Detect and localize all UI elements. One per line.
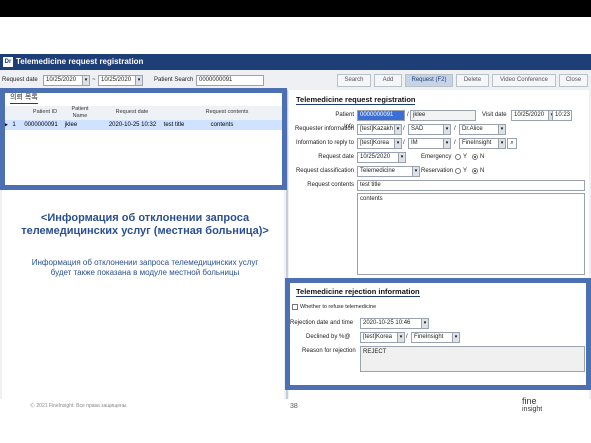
date-from-input[interactable]: 10/25/2020 bbox=[43, 75, 83, 86]
requester-hospital-select[interactable]: [test]Kazakh bbox=[357, 124, 395, 135]
reply-label: Information to reply to bbox=[295, 140, 354, 146]
add-button[interactable]: Add bbox=[374, 74, 402, 87]
request-date-label: Request date bbox=[318, 154, 354, 160]
visit-time-field[interactable]: 10:23 bbox=[552, 110, 572, 121]
date-separator: ~ bbox=[92, 77, 96, 83]
emergency-no-label: N bbox=[480, 154, 485, 160]
slash-separator: / bbox=[403, 126, 405, 132]
requester-doctor-dropdown-icon[interactable]: ▾ bbox=[498, 124, 506, 135]
search-button[interactable]: Search bbox=[337, 74, 371, 87]
classification-label: Request classification bbox=[295, 168, 354, 174]
slash-separator: / bbox=[403, 140, 405, 146]
patient-name-field: jklee bbox=[410, 110, 476, 121]
date-to-dropdown-icon[interactable]: ▾ bbox=[135, 75, 143, 86]
annotation-body: Информация об отклонении запроса телемед… bbox=[31, 258, 259, 277]
request-date-dropdown-icon[interactable]: ▾ bbox=[398, 152, 406, 163]
visit-date-label: Visit date bbox=[482, 112, 507, 118]
requester-dept-dropdown-icon[interactable]: ▾ bbox=[443, 124, 451, 135]
copyright: Ⓒ 2021 FineInsight. Все права защищены. bbox=[30, 403, 128, 409]
emergency-no-radio[interactable] bbox=[472, 154, 478, 160]
reply-hospital-dropdown-icon[interactable]: ▾ bbox=[394, 138, 402, 149]
emergency-yes-radio[interactable] bbox=[455, 154, 461, 160]
top-black-band bbox=[0, 0, 591, 17]
reply-hospital-select[interactable]: [test]Korea bbox=[357, 138, 395, 149]
date-from-dropdown-icon[interactable]: ▾ bbox=[82, 75, 90, 86]
request-date-label: Request date bbox=[2, 77, 38, 83]
patient-search-input[interactable]: 0000000091 bbox=[196, 75, 264, 86]
visit-date-field[interactable]: 10/25/2020 bbox=[511, 110, 549, 121]
video-conference-button[interactable]: Video Conference bbox=[492, 74, 556, 87]
brand-logo-line2: insight bbox=[522, 406, 543, 413]
contents-label: Request contents bbox=[307, 182, 354, 188]
window-titlebar: Dr Telemedicine request registration bbox=[0, 54, 591, 70]
page-number: 38 bbox=[290, 403, 298, 410]
patient-search-label: Patient Search bbox=[154, 77, 194, 83]
reservation-no-label: N bbox=[480, 168, 485, 174]
slash-separator: / bbox=[454, 140, 456, 146]
highlight-request-list bbox=[0, 88, 287, 190]
reply-doctor-select[interactable]: FineInsight bbox=[459, 138, 499, 149]
toolbar: Request date 10/25/2020 ▾ ~ 10/25/2020 ▾… bbox=[0, 72, 591, 88]
slash-separator: / bbox=[454, 126, 456, 132]
emergency-label: Emergency bbox=[421, 154, 452, 160]
request-date-field[interactable]: 10/25/2020 bbox=[357, 152, 399, 163]
emergency-yes-label: Y bbox=[463, 154, 468, 160]
requester-doctor-select[interactable]: Dr.Alice bbox=[459, 124, 499, 135]
annotation-heading: <Информация об отклонении запроса телеме… bbox=[21, 212, 269, 237]
brand-logo-line1: fine bbox=[522, 396, 537, 406]
classification-dropdown-icon[interactable]: ▾ bbox=[412, 166, 420, 177]
contents-body-field[interactable]: contents bbox=[357, 193, 585, 275]
reservation-no-radio[interactable] bbox=[472, 168, 478, 174]
reply-doctor-dropdown-icon[interactable]: ▾ bbox=[498, 138, 506, 149]
request-button[interactable]: Request (F2) bbox=[405, 74, 453, 87]
classification-select[interactable]: Telemedicine bbox=[357, 166, 413, 177]
reservation-label: Reservation bbox=[421, 168, 454, 174]
delete-button[interactable]: Delete bbox=[456, 74, 489, 87]
reservation-yes-radio[interactable] bbox=[455, 168, 461, 174]
requester-hospital-dropdown-icon[interactable]: ▾ bbox=[394, 124, 402, 135]
requester-dept-select[interactable]: SAD bbox=[408, 124, 444, 135]
reservation-yes-label: Y bbox=[463, 168, 468, 174]
contents-title-field[interactable]: test title bbox=[357, 180, 585, 191]
highlight-rejection-info bbox=[285, 278, 591, 390]
request-form-title: Telemedicine request registration bbox=[296, 95, 416, 105]
close-button[interactable]: Close bbox=[559, 74, 588, 87]
date-to-input[interactable]: 10/25/2020 bbox=[98, 75, 136, 86]
patient-id-field[interactable]: 0000000091 bbox=[357, 110, 405, 121]
window-title: Telemedicine request registration bbox=[16, 57, 144, 66]
app-logo-icon: Dr bbox=[3, 57, 13, 67]
slash-separator: / bbox=[407, 112, 409, 118]
search-icon[interactable]: ⌕ bbox=[507, 138, 517, 149]
reply-dept-dropdown-icon[interactable]: ▾ bbox=[443, 138, 451, 149]
requester-label: Requester information bbox=[294, 126, 354, 132]
reply-dept-select[interactable]: IM bbox=[408, 138, 444, 149]
